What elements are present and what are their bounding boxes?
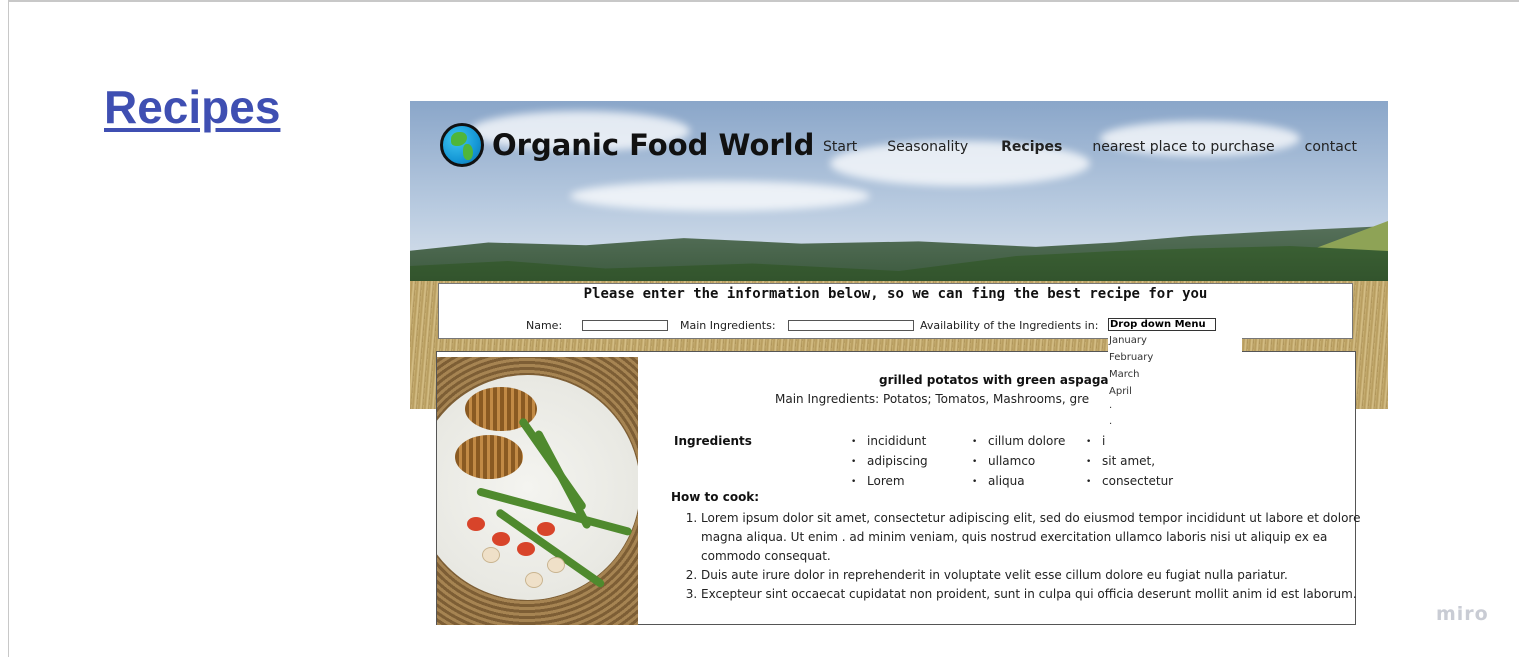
month-dropdown[interactable]: Drop down Menu [1108, 318, 1216, 331]
ingredient-item: cillum dolore [972, 432, 1065, 452]
cooking-step: Lorem ipsum dolor sit amet, consectetur … [701, 509, 1381, 566]
ingredient-item: consectetur [1086, 472, 1173, 492]
tomato [517, 542, 535, 556]
dropdown-option-april[interactable]: April [1108, 383, 1242, 400]
ingredient-item: Lorem [851, 472, 928, 492]
ingredient-item: sit amet, [1086, 452, 1173, 472]
availability-label: Availability of the Ingredients in: [920, 319, 1099, 332]
dropdown-option-february[interactable]: February [1108, 349, 1242, 366]
brand-name: Organic Food World [492, 128, 815, 162]
month-dropdown-list: January February March April . . [1108, 332, 1242, 432]
mushroom [547, 557, 565, 573]
how-to-cook-heading: How to cook: [671, 490, 760, 504]
tomato [467, 517, 485, 531]
main-ingredients-label: Main Ingredients: [680, 319, 776, 332]
tomato [492, 532, 510, 546]
brand[interactable]: Organic Food World [440, 123, 814, 167]
cooking-step: Duis aute irure dolor in reprehenderit i… [701, 566, 1381, 585]
recipe-search-form: Please enter the information below, so w… [438, 283, 1353, 339]
dropdown-option-more[interactable]: . [1108, 400, 1242, 416]
ingredient-item: adipiscing [851, 452, 928, 472]
cooking-step: Excepteur sint occaecat cupidatat non pr… [701, 585, 1381, 604]
form-heading: Please enter the information below, so w… [583, 286, 1208, 302]
cooking-steps: Lorem ipsum dolor sit amet, consectetur … [671, 509, 1381, 604]
tomato [537, 522, 555, 536]
dropdown-option-march[interactable]: March [1108, 366, 1242, 383]
ingredients-column-3: i sit amet, consectetur [1086, 432, 1173, 492]
ingredient-item: aliqua [972, 472, 1065, 492]
nav-contact[interactable]: contact [1305, 139, 1357, 155]
ingredients-column-2: cillum dolore ullamco aliqua [972, 432, 1065, 492]
nav-recipes[interactable]: Recipes [1001, 139, 1062, 155]
nav-seasonality[interactable]: Seasonality [887, 139, 968, 155]
ingredients-column-1: incididunt adipiscing Lorem [851, 432, 928, 492]
nav-nearest-place[interactable]: nearest place to purchase [1092, 139, 1274, 155]
dropdown-option-more[interactable]: . [1108, 416, 1242, 432]
ingredient-item: incididunt [851, 432, 928, 452]
nav-start[interactable]: Start [823, 139, 857, 155]
food-photo [437, 357, 638, 625]
ingredient-item: i [1086, 432, 1173, 452]
mushroom [525, 572, 543, 588]
name-input[interactable] [582, 320, 668, 331]
name-label: Name: [526, 319, 563, 332]
ingredient-item: ullamco [972, 452, 1065, 472]
globe-icon [440, 123, 484, 167]
potato [455, 435, 523, 479]
miro-watermark: miro [1436, 603, 1489, 625]
recipe-main-ingredients: Main Ingredients: Potatos; Tomatos, Mash… [775, 392, 1090, 406]
main-ingredients-input[interactable] [788, 320, 914, 331]
cloud [570, 181, 870, 211]
mushroom [482, 547, 500, 563]
frame-title-link[interactable]: Recipes [104, 80, 280, 134]
ingredients-heading: Ingredients [674, 434, 752, 448]
main-nav: Start Seasonality Recipes nearest place … [823, 139, 1357, 155]
recipe-title: grilled potatos with green aspagar [879, 373, 1115, 387]
dropdown-option-january[interactable]: January [1108, 332, 1242, 349]
